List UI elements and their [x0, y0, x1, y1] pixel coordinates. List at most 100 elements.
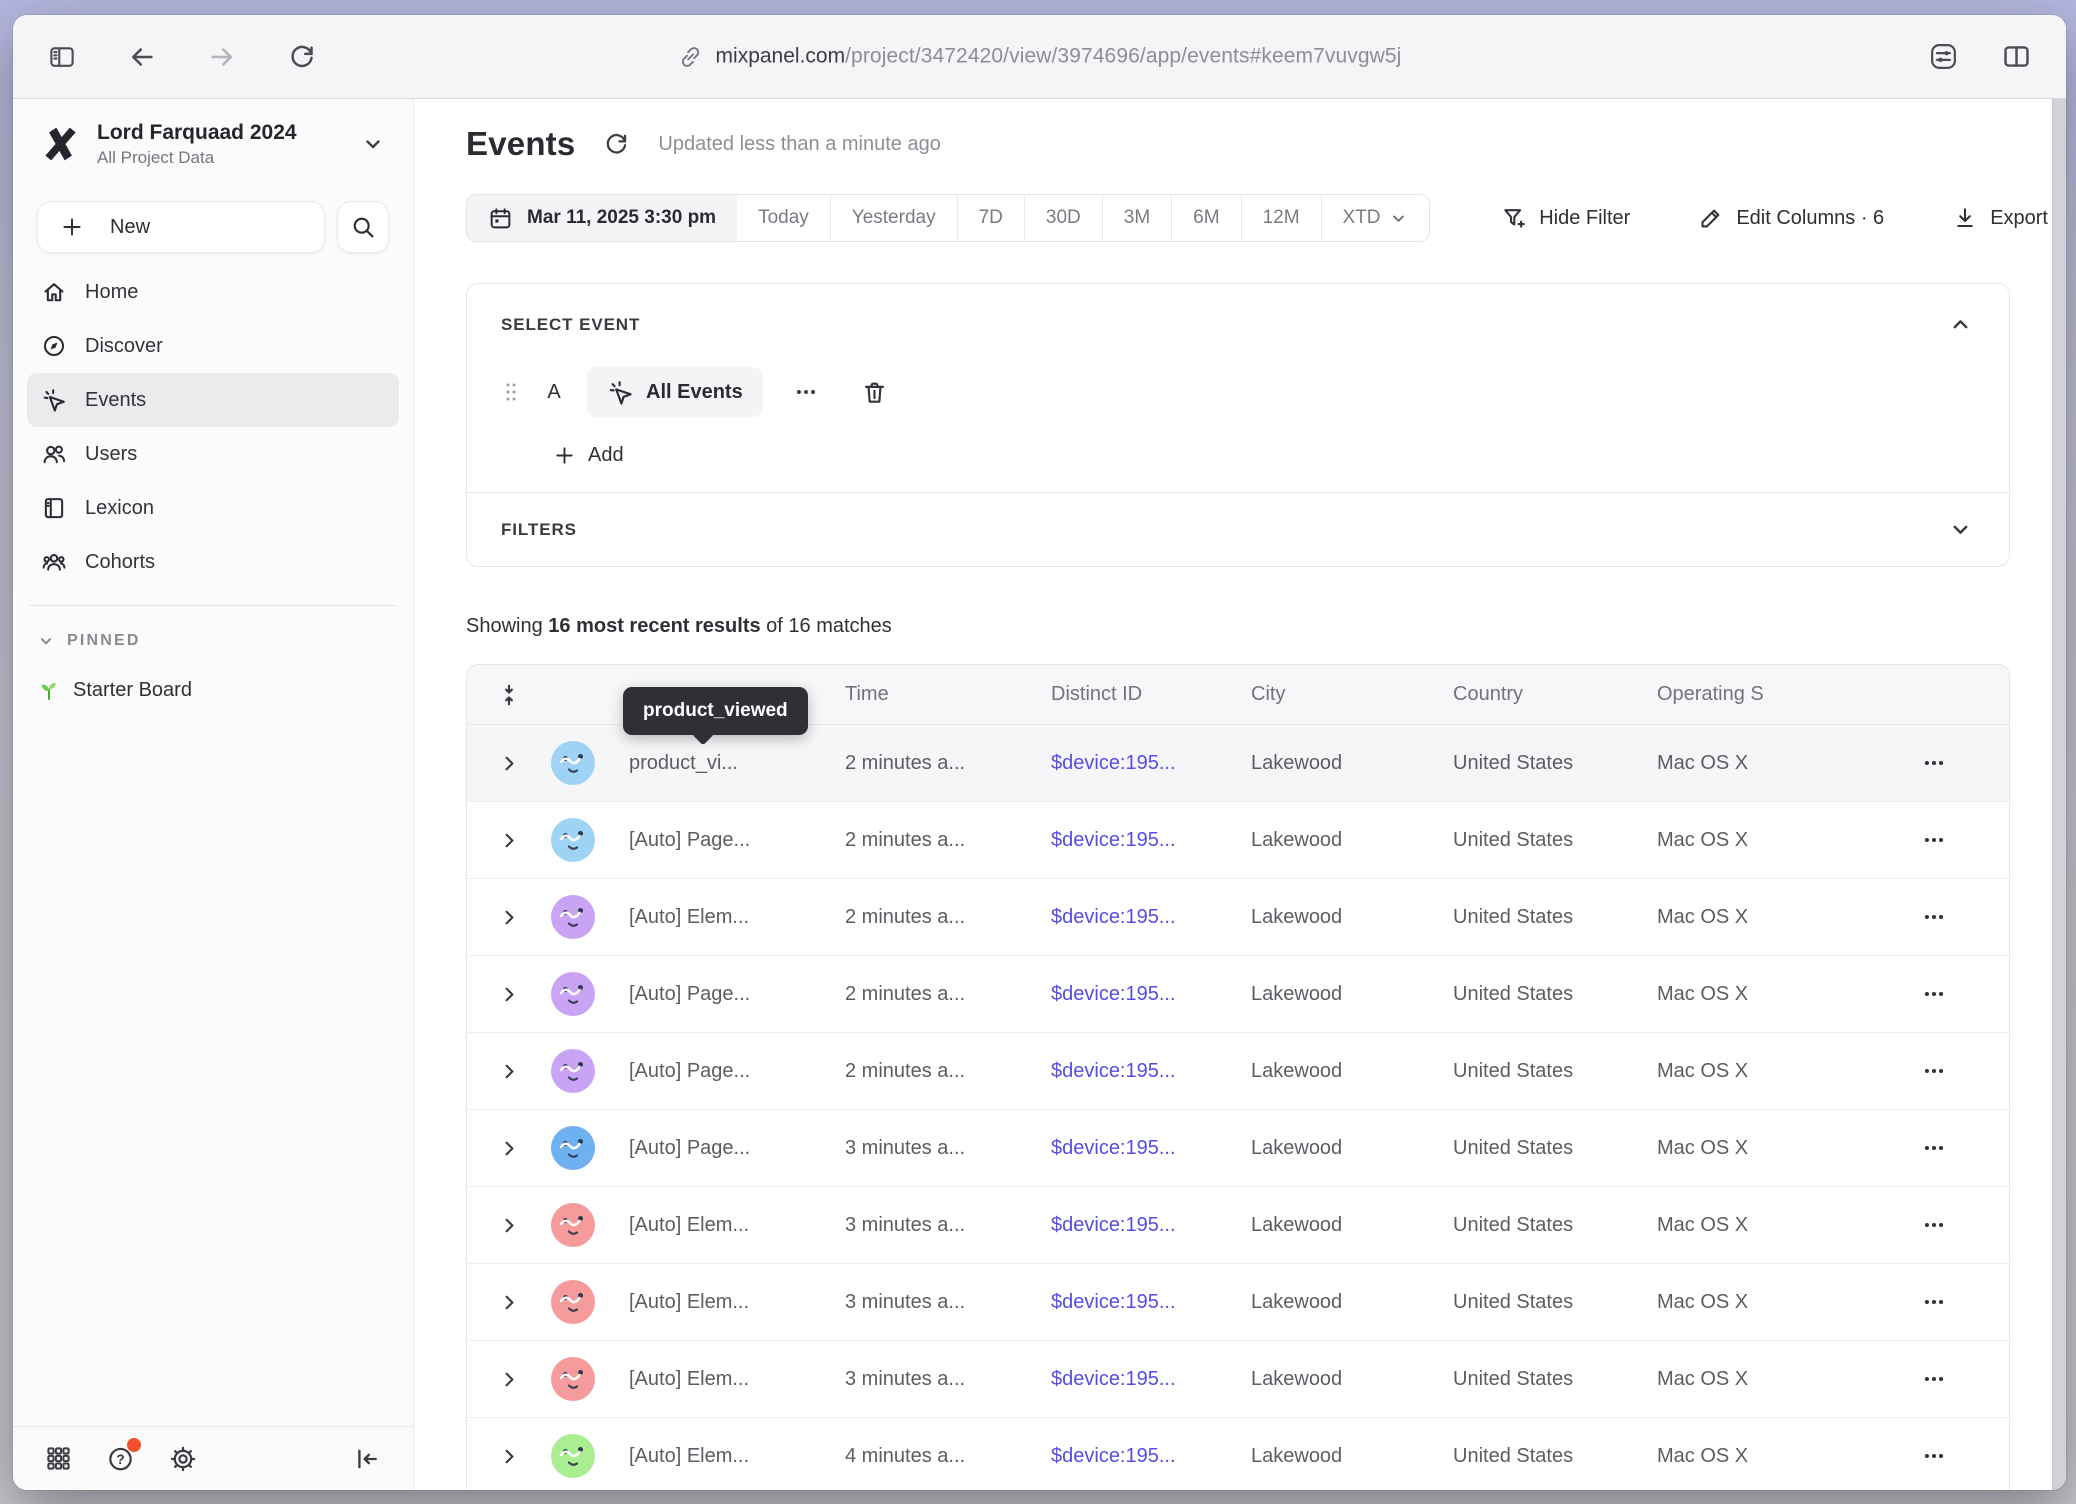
table-row[interactable]: [Auto] Page... 2 minutes a... $device:19… — [467, 1033, 2009, 1110]
row-expand-icon[interactable] — [492, 1439, 527, 1474]
hide-filter-button[interactable]: Hide Filter — [1495, 204, 1636, 232]
row-expand-icon[interactable] — [492, 1054, 527, 1089]
new-row: New — [37, 201, 389, 253]
time-cell: 3 minutes a... — [845, 1291, 1051, 1314]
range-3m[interactable]: 3M — [1102, 195, 1171, 241]
range-12m[interactable]: 12M — [1241, 195, 1321, 241]
sidebar-toggle-icon[interactable] — [43, 38, 81, 76]
row-expand-icon[interactable] — [492, 1362, 527, 1397]
add-event-button[interactable]: Add — [547, 443, 630, 468]
distinct-id-link[interactable]: $device:195... — [1051, 1291, 1176, 1313]
os-cell: Mac OS X — [1657, 829, 1859, 852]
split-view-icon[interactable] — [1997, 37, 2036, 76]
distinct-id-link[interactable]: $device:195... — [1051, 906, 1176, 928]
distinct-id-link[interactable]: $device:195... — [1051, 752, 1176, 774]
forward-icon[interactable] — [203, 38, 241, 76]
distinct-id-link[interactable]: $device:195... — [1051, 1368, 1176, 1390]
time-cell: 3 minutes a... — [845, 1137, 1051, 1160]
distinct-id-link[interactable]: $device:195... — [1051, 829, 1176, 851]
table-row[interactable]: [Auto] Elem... 4 minutes a... $device:19… — [467, 1418, 2009, 1490]
distinct-id-link[interactable]: $device:195... — [1051, 1060, 1176, 1082]
chevron-down-icon[interactable] — [1946, 515, 1975, 544]
country-cell: United States — [1453, 752, 1657, 775]
project-switcher[interactable]: Lord Farquaad 2024 All Project Data — [37, 113, 389, 175]
event-selector-chip[interactable]: All Events — [587, 367, 763, 417]
table-row[interactable]: [Auto] Page... 3 minutes a... $device:19… — [467, 1110, 2009, 1187]
os-cell: Mac OS X — [1657, 1060, 1859, 1083]
row-expand-icon[interactable] — [492, 1131, 527, 1166]
row-expand-icon[interactable] — [492, 977, 527, 1012]
distinct-id-link[interactable]: $device:195... — [1051, 1445, 1176, 1467]
row-expand-icon[interactable] — [492, 1208, 527, 1243]
edit-columns-button[interactable]: Edit Columns · 6 — [1692, 204, 1890, 232]
sidebar-item-starter-board[interactable]: Starter Board — [37, 678, 389, 702]
row-more-icon[interactable] — [1913, 1281, 1955, 1323]
sidebar-item-events[interactable]: Events — [27, 373, 399, 427]
date-picker-button[interactable]: Mar 11, 2025 3:30 pm — [467, 195, 737, 241]
collapse-rows-icon[interactable] — [492, 678, 526, 712]
country-cell: United States — [1453, 906, 1657, 929]
table-row[interactable]: [Auto] Page... 2 minutes a... $device:19… — [467, 802, 2009, 879]
row-more-icon[interactable] — [1913, 1435, 1955, 1477]
row-more-icon[interactable] — [1913, 1127, 1955, 1169]
refresh-icon[interactable] — [599, 127, 634, 162]
chevron-up-icon[interactable] — [1946, 310, 1975, 339]
chevron-down-icon[interactable] — [357, 128, 389, 160]
address-bar[interactable]: mixpanel.com/project/3472420/view/397469… — [678, 44, 1402, 69]
calendar-icon — [488, 206, 513, 231]
row-more-icon[interactable] — [1913, 1358, 1955, 1400]
distinct-id-link[interactable]: $device:195... — [1051, 1137, 1176, 1159]
row-more-icon[interactable] — [1913, 742, 1955, 784]
os-cell: Mac OS X — [1657, 1445, 1859, 1468]
reload-icon[interactable] — [283, 38, 321, 76]
range-today[interactable]: Today — [737, 195, 830, 241]
sidebar-item-cohorts[interactable]: Cohorts — [27, 535, 399, 589]
drag-handle-icon[interactable] — [501, 379, 521, 405]
pinned-section-header[interactable]: PINNED — [37, 632, 389, 650]
date-value: Mar 11, 2025 3:30 pm — [527, 207, 716, 229]
project-name: Lord Farquaad 2024 — [97, 120, 341, 145]
clause-more-icon[interactable] — [783, 373, 829, 411]
help-icon[interactable]: ? — [104, 1442, 137, 1475]
table-row[interactable]: [Auto] Elem... 3 minutes a... $device:19… — [467, 1341, 2009, 1418]
sidebar-item-home[interactable]: Home — [27, 265, 399, 319]
range-7d[interactable]: 7D — [957, 195, 1024, 241]
sidebar-item-lexicon[interactable]: Lexicon — [27, 481, 399, 535]
row-more-icon[interactable] — [1913, 896, 1955, 938]
back-icon[interactable] — [123, 38, 161, 76]
range-yesterday[interactable]: Yesterday — [830, 195, 957, 241]
row-more-icon[interactable] — [1913, 1204, 1955, 1246]
row-more-icon[interactable] — [1913, 1050, 1955, 1092]
export-button[interactable]: Export — [1946, 204, 2054, 232]
apps-grid-icon[interactable] — [43, 1443, 74, 1474]
event-name-cell: [Auto] Page... — [629, 1137, 845, 1160]
row-expand-icon[interactable] — [492, 1285, 527, 1320]
sidebar-item-users[interactable]: Users — [27, 427, 399, 481]
distinct-id-link[interactable]: $device:195... — [1051, 1214, 1176, 1236]
gear-icon[interactable] — [167, 1443, 199, 1475]
collapse-sidebar-icon[interactable] — [351, 1443, 383, 1475]
row-expand-icon[interactable] — [492, 746, 527, 781]
row-expand-icon[interactable] — [492, 823, 527, 858]
country-cell: United States — [1453, 829, 1657, 852]
chevron-down-icon — [1389, 209, 1408, 228]
page-settings-icon[interactable] — [1924, 37, 1963, 76]
scrollbar[interactable] — [2052, 99, 2066, 1490]
row-more-icon[interactable] — [1913, 973, 1955, 1015]
row-more-icon[interactable] — [1913, 819, 1955, 861]
range-6m[interactable]: 6M — [1171, 195, 1240, 241]
range-30d[interactable]: 30D — [1024, 195, 1102, 241]
table-row[interactable]: [Auto] Page... 2 minutes a... $device:19… — [467, 956, 2009, 1033]
table-row[interactable]: [Auto] Elem... 2 minutes a... $device:19… — [467, 879, 2009, 956]
updated-status: Updated less than a minute ago — [658, 133, 940, 156]
filters-section[interactable]: FILTERS — [467, 493, 2009, 566]
sidebar-item-discover[interactable]: Discover — [27, 319, 399, 373]
search-button[interactable] — [337, 201, 389, 253]
distinct-id-link[interactable]: $device:195... — [1051, 983, 1176, 1005]
new-button[interactable]: New — [37, 201, 325, 253]
row-expand-icon[interactable] — [492, 900, 527, 935]
trash-icon[interactable] — [855, 373, 894, 412]
table-row[interactable]: [Auto] Elem... 3 minutes a... $device:19… — [467, 1264, 2009, 1341]
range-xtd[interactable]: XTD — [1321, 195, 1429, 241]
table-row[interactable]: [Auto] Elem... 3 minutes a... $device:19… — [467, 1187, 2009, 1264]
